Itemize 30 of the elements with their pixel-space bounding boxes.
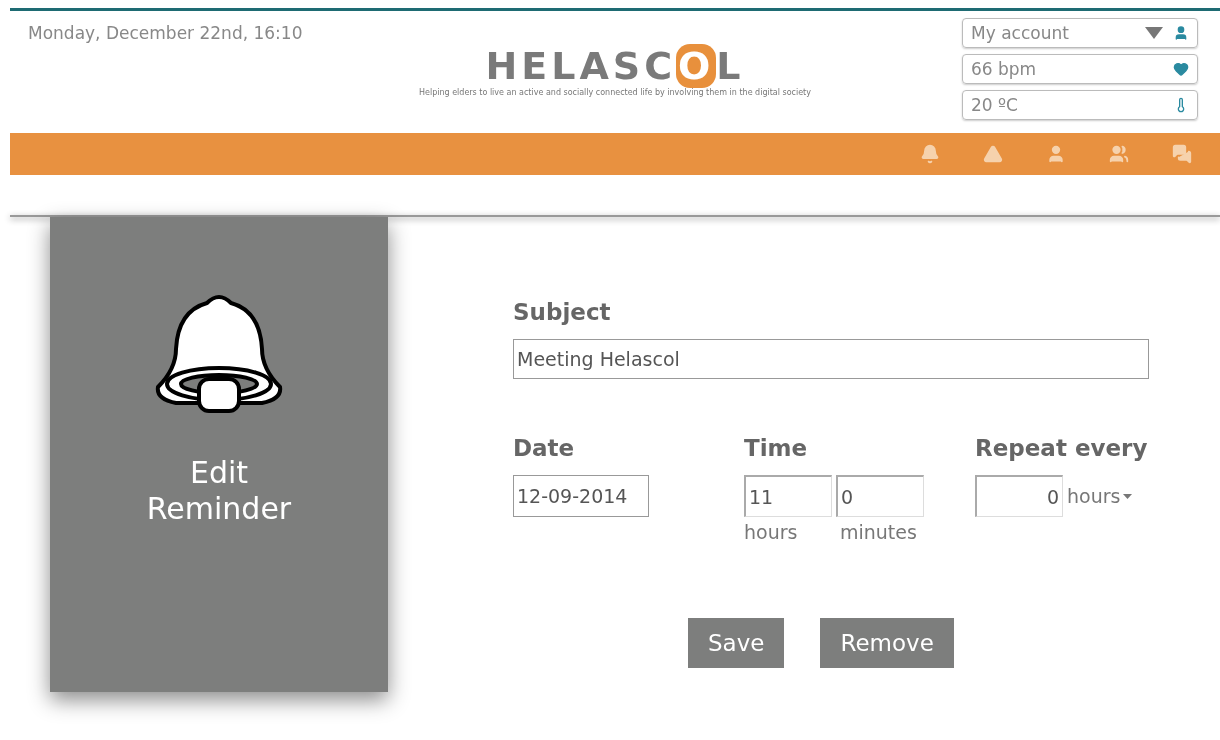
warning-icon[interactable]: [983, 144, 1003, 164]
date-field[interactable]: 12-09-2014: [513, 475, 649, 517]
user-icon[interactable]: [1046, 144, 1066, 164]
remove-button[interactable]: Remove: [820, 618, 954, 668]
caret-icon: [1123, 493, 1133, 499]
caret-icon: [1145, 27, 1163, 39]
date-time: Monday, December 22nd, 16:10: [28, 23, 304, 45]
date-label: Date: [513, 435, 576, 461]
time-label: Time: [744, 435, 809, 461]
account-dropdown[interactable]: My account: [962, 18, 1198, 48]
user-icon: [1173, 25, 1189, 41]
bell-icon[interactable]: [920, 144, 940, 164]
users-icon[interactable]: [1109, 144, 1129, 164]
chat-icon[interactable]: [1172, 144, 1192, 164]
panel-title: Edit Reminder: [145, 455, 293, 527]
heart-field: 66 bpm: [962, 54, 1198, 84]
unit-dropdown[interactable]: hours: [1067, 485, 1133, 507]
logo-tagline: Helping elders to live an active and socially connected life by involving them in the digital society: [419, 88, 811, 97]
save-button[interactable]: Save: [688, 618, 785, 668]
hours-field[interactable]: 11: [744, 475, 832, 517]
minutes-label: minutes: [840, 521, 918, 543]
hours-label: hours: [744, 521, 799, 543]
logo-text: HELASC O L: [485, 47, 745, 85]
heart-icon: [1173, 61, 1189, 77]
subject-field[interactable]: Meeting Helascol: [513, 339, 1149, 379]
repeat-label: Repeat every: [975, 435, 1149, 461]
subject-label: Subject: [513, 299, 612, 325]
minutes-field[interactable]: 0: [836, 475, 924, 517]
repeat-field[interactable]: 0: [975, 475, 1063, 517]
temperature-field: 20 ºC: [962, 90, 1198, 120]
